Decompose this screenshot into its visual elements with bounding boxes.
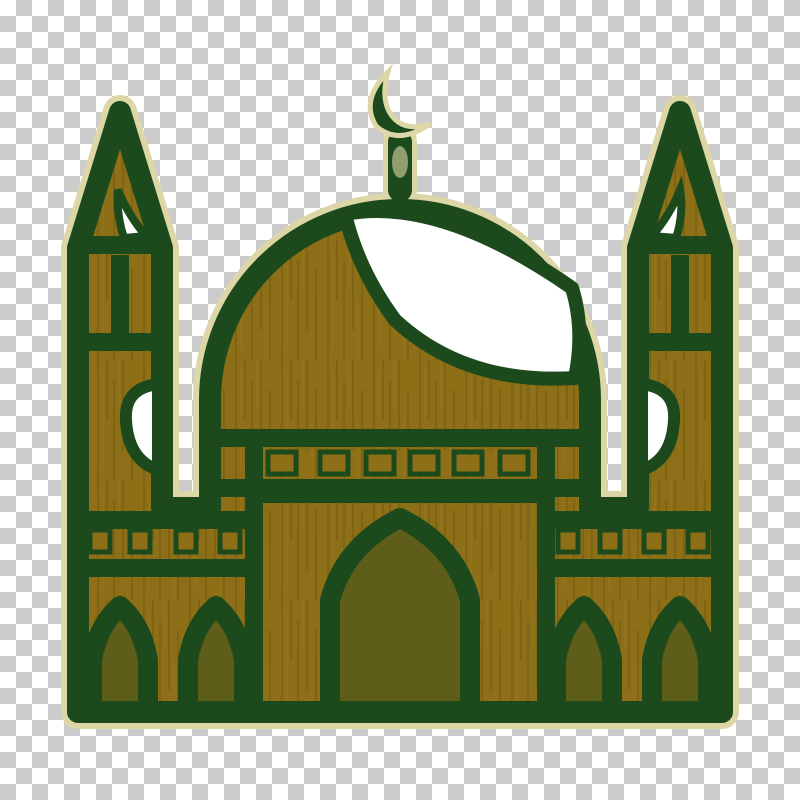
left-arch-1 bbox=[82, 596, 158, 722]
right-arch-2 bbox=[642, 596, 718, 722]
mosque-icon bbox=[61, 63, 739, 729]
crescent-finial bbox=[367, 63, 432, 202]
left-arch-2 bbox=[178, 596, 254, 722]
right-arch-1 bbox=[546, 596, 622, 722]
main-entrance-arch bbox=[320, 508, 480, 722]
transparent-background bbox=[0, 0, 800, 800]
